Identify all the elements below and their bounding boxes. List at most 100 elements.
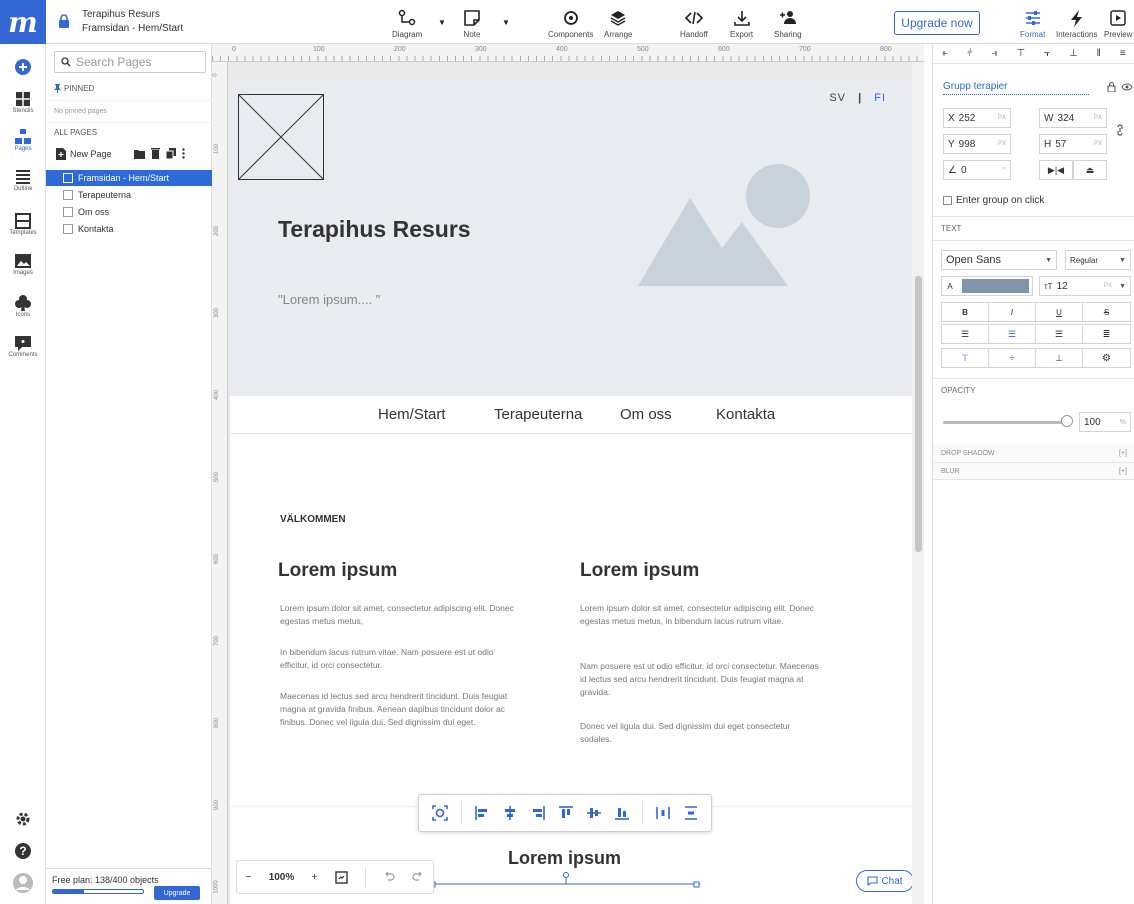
format-tab[interactable]: Format bbox=[1020, 8, 1045, 39]
group-name-field[interactable]: Grupp terapier bbox=[943, 81, 1089, 95]
align-middle-v-icon[interactable]: ⫟ bbox=[1044, 48, 1050, 59]
rail-stencils[interactable]: Stencils bbox=[0, 90, 46, 114]
preview-tab[interactable]: Preview bbox=[1104, 8, 1132, 39]
hero-image-placeholder[interactable] bbox=[638, 164, 814, 286]
handoff-tool[interactable]: Handoff bbox=[680, 8, 708, 39]
distribute-horizontal-icon[interactable]: ‖ bbox=[1097, 48, 1101, 59]
bold-button[interactable]: B bbox=[941, 302, 989, 322]
settings-button[interactable] bbox=[0, 810, 46, 828]
more-vertical-icon[interactable] bbox=[182, 148, 185, 159]
text-settings-button[interactable]: ⚙ bbox=[1082, 348, 1131, 368]
diagram-dropdown-icon[interactable]: ▼ bbox=[438, 18, 446, 27]
note-tool[interactable]: Note bbox=[462, 8, 482, 39]
help-button[interactable]: ? bbox=[0, 842, 46, 860]
nav-home[interactable]: Hem/Start bbox=[378, 406, 446, 423]
arrange-tool[interactable]: Arrange bbox=[604, 8, 632, 39]
align-bottom-icon[interactable]: ⊥ bbox=[1069, 48, 1078, 59]
checkbox-box[interactable] bbox=[943, 196, 952, 205]
page-item[interactable]: Om oss bbox=[46, 204, 212, 220]
lock-icon[interactable] bbox=[1107, 82, 1116, 92]
opacity-slider-track[interactable] bbox=[943, 421, 1067, 424]
canvas-area[interactable]: SV | FI Terapihus Resurs "Lorem ipsum...… bbox=[228, 62, 924, 904]
align-text-right-button[interactable]: ☰ bbox=[1035, 324, 1083, 344]
selected-group-outline[interactable] bbox=[426, 872, 706, 898]
sharing-tool[interactable]: Sharing bbox=[774, 8, 802, 39]
text-color-swatch[interactable] bbox=[962, 279, 1029, 293]
components-tool[interactable]: Components bbox=[548, 8, 593, 39]
scrollbar-thumb[interactable] bbox=[915, 276, 922, 552]
note-dropdown-icon[interactable]: ▼ bbox=[502, 18, 510, 27]
search-pages-input[interactable]: Search Pages bbox=[76, 55, 151, 69]
drop-shadow-add-button[interactable]: [+] bbox=[1119, 450, 1127, 457]
diagram-tool[interactable]: Diagram bbox=[392, 8, 422, 39]
eye-icon[interactable] bbox=[1121, 83, 1133, 91]
zoom-out-button[interactable]: − bbox=[246, 872, 252, 883]
opacity-slider-handle[interactable] bbox=[1061, 415, 1073, 427]
align-middle-v-icon[interactable] bbox=[586, 805, 602, 821]
logo-placeholder-image[interactable] bbox=[238, 94, 324, 180]
moqups-logo[interactable]: m bbox=[0, 0, 46, 44]
nav-contact[interactable]: Kontakta bbox=[716, 406, 775, 423]
lang-fi-link[interactable]: FI bbox=[874, 92, 886, 104]
hero-section[interactable]: SV | FI Terapihus Resurs "Lorem ipsum...… bbox=[230, 80, 914, 396]
strikethrough-button[interactable]: S bbox=[1082, 302, 1131, 322]
opacity-field[interactable]: 100 % bbox=[1079, 412, 1131, 432]
rail-images[interactable]: Images bbox=[0, 252, 46, 276]
distribute-vertical-icon[interactable] bbox=[683, 805, 699, 821]
col2-heading[interactable]: Lorem ipsum bbox=[580, 560, 699, 582]
section2-heading[interactable]: Lorem ipsum bbox=[508, 848, 621, 869]
col2-paragraph-3[interactable]: Donec vel ligula dui. Sed dignissim dui … bbox=[580, 720, 820, 746]
italic-button[interactable]: I bbox=[988, 302, 1036, 322]
blur-add-button[interactable]: [+] bbox=[1119, 468, 1127, 475]
w-field[interactable]: W 324 PX bbox=[1039, 108, 1107, 128]
align-left-icon[interactable]: ⫦ bbox=[942, 48, 948, 59]
page-item[interactable]: Framsidan - Hem/Start bbox=[46, 170, 212, 186]
group-select-icon[interactable] bbox=[431, 804, 449, 822]
align-left-icon[interactable] bbox=[474, 805, 490, 821]
rail-icons[interactable]: Icons bbox=[0, 294, 46, 318]
canvas-vertical-scrollbar[interactable] bbox=[912, 62, 924, 904]
drop-shadow-section[interactable]: DROP SHADOW [+] bbox=[933, 444, 1134, 462]
nav-therapists[interactable]: Terapeuterna bbox=[494, 406, 582, 423]
wireframe-page[interactable]: SV | FI Terapihus Resurs "Lorem ipsum...… bbox=[230, 80, 914, 904]
hero-title[interactable]: Terapihus Resurs bbox=[278, 216, 471, 243]
valign-bottom-button[interactable]: ⊥ bbox=[1035, 348, 1083, 368]
font-family-select[interactable]: Open Sans ▼ bbox=[941, 250, 1057, 270]
distribute-horizontal-icon[interactable] bbox=[655, 805, 671, 821]
fit-screen-icon[interactable] bbox=[334, 870, 348, 884]
align-top-icon[interactable] bbox=[558, 805, 574, 821]
enter-group-checkbox[interactable]: Enter group on click bbox=[943, 195, 1044, 206]
valign-middle-button[interactable]: ÷ bbox=[988, 348, 1036, 368]
welcome-label[interactable]: VÄLKOMMEN bbox=[280, 514, 346, 525]
text-color-field[interactable]: A bbox=[941, 276, 1033, 296]
y-field[interactable]: Y 998 PX bbox=[943, 134, 1011, 154]
rail-outline[interactable]: Outline bbox=[0, 168, 46, 192]
col2-paragraph-2[interactable]: Nam posuere est ut odio efficitur, id or… bbox=[580, 660, 820, 699]
new-page-button[interactable]: New Page bbox=[56, 148, 112, 160]
rotation-field[interactable]: ∠ 0 ° bbox=[943, 160, 1011, 180]
export-tool[interactable]: Export bbox=[730, 8, 753, 39]
add-button[interactable] bbox=[0, 58, 46, 76]
new-folder-icon[interactable] bbox=[134, 149, 145, 159]
page-checkbox[interactable] bbox=[63, 224, 73, 234]
trash-icon[interactable] bbox=[151, 148, 160, 159]
page-item[interactable]: Kontakta bbox=[46, 221, 212, 237]
hero-quote[interactable]: "Lorem ipsum.... " bbox=[278, 292, 380, 307]
search-pages[interactable]: Search Pages bbox=[54, 51, 206, 73]
h-field[interactable]: H 57 PX bbox=[1039, 134, 1107, 154]
flip-horizontal-button[interactable]: ▶|◀ bbox=[1039, 160, 1073, 180]
blur-section[interactable]: BLUR [+] bbox=[933, 462, 1134, 480]
lock-icon[interactable] bbox=[58, 14, 70, 31]
redo-icon[interactable] bbox=[412, 871, 424, 883]
x-field[interactable]: X 252 PX bbox=[943, 108, 1011, 128]
flip-vertical-button[interactable]: ⏏ bbox=[1073, 160, 1107, 180]
align-text-justify-button[interactable]: ≣ bbox=[1082, 324, 1131, 344]
lang-sv-link[interactable]: SV bbox=[829, 92, 846, 104]
col2-paragraph-1[interactable]: Lorem ipsum dolor sit amet, consectetur … bbox=[580, 602, 820, 628]
align-right-icon[interactable]: ⫣ bbox=[992, 48, 998, 59]
link-proportions-icon[interactable] bbox=[1115, 124, 1125, 136]
project-title[interactable]: Terapihus Resurs Framsidan - Hem/Start bbox=[82, 8, 183, 36]
page-checkbox[interactable] bbox=[63, 173, 73, 183]
align-top-icon[interactable]: ⊤ bbox=[1017, 48, 1026, 59]
col1-paragraph-1[interactable]: Lorem ipsum dolor sit amet, consectetur … bbox=[280, 602, 518, 628]
